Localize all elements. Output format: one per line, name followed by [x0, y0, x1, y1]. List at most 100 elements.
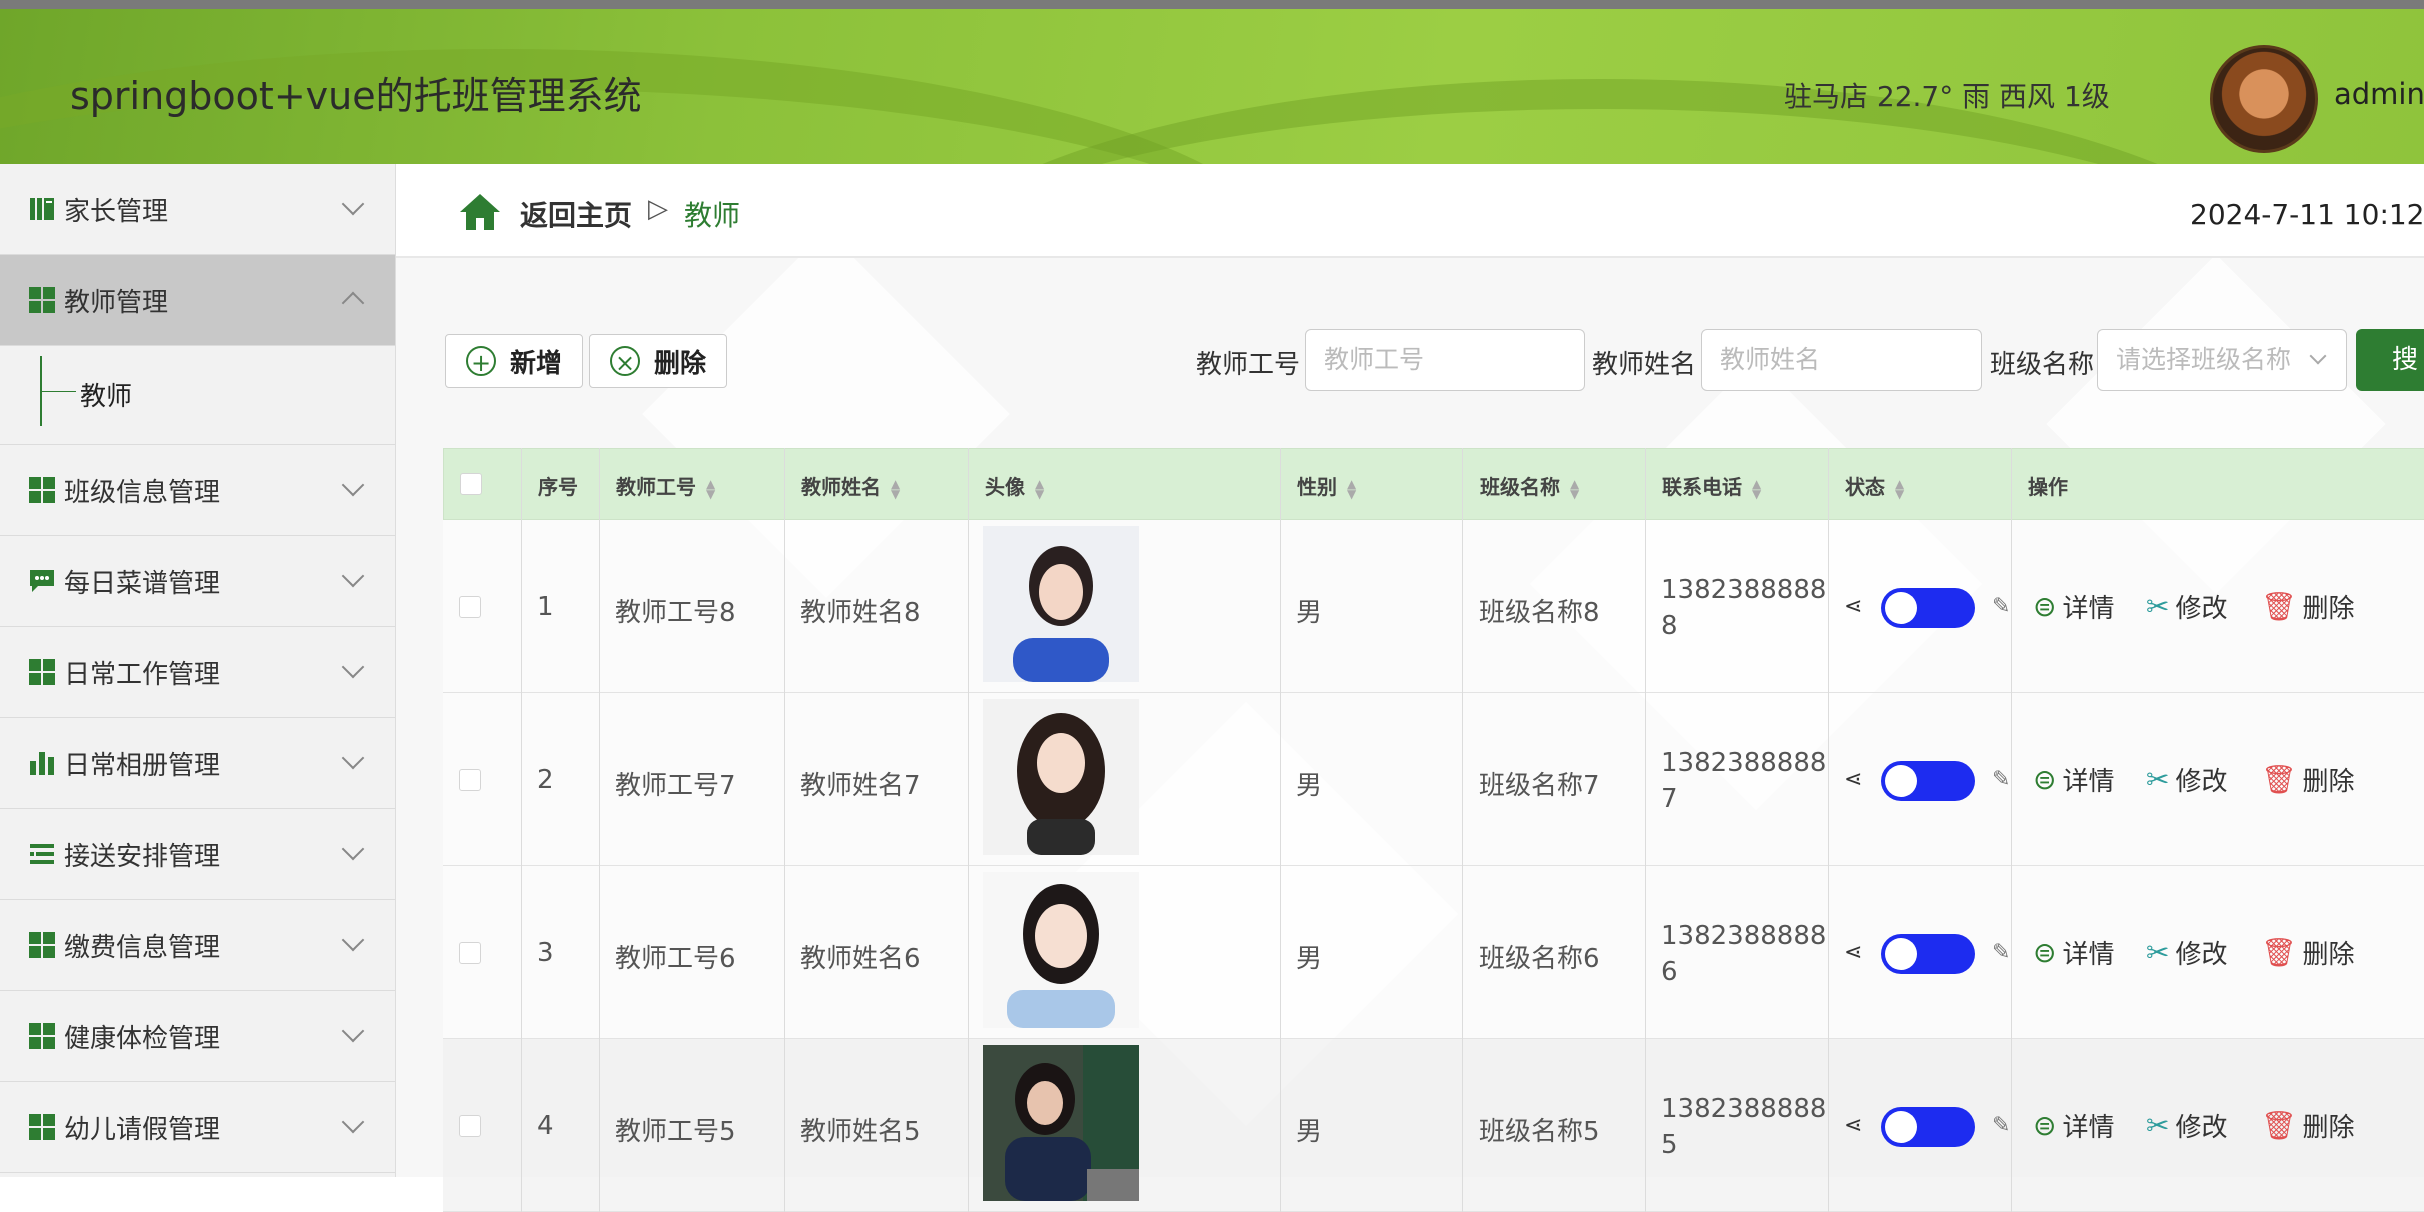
delete-row-button[interactable]: 🗑 删除 [2261, 1107, 2355, 1144]
grid-icon [28, 1113, 56, 1141]
list-icon [28, 840, 56, 868]
breadcrumb-separator: ▷ [648, 194, 668, 224]
sidebar-item-payment[interactable]: 缴费信息管理 [0, 900, 395, 991]
table-row: 2 教师工号7 教师姓名7 男 班级名称7 1382388888 7 ⋖ ✎ ⊜ 详… [443, 693, 2424, 866]
detail-button[interactable]: ⊜ 详情 [2033, 934, 2114, 971]
chevron-down-icon [341, 473, 365, 497]
sidebar-item-label: 每日菜谱管理 [64, 568, 221, 599]
detail-icon: ⊜ [2033, 590, 2057, 623]
class-name-select[interactable]: 请选择班级名称 [2097, 329, 2347, 391]
col-header-gender[interactable]: 性别 ▲ ▼ [1297, 471, 1356, 500]
sidebar-item-daily-album[interactable]: 日常相册管理 [0, 718, 395, 809]
add-button[interactable]: + 新增 [445, 334, 583, 388]
detail-button[interactable]: ⊜ 详情 [2033, 1107, 2114, 1144]
pencil-icon[interactable]: ✎ [1992, 767, 2010, 792]
delete-row-button[interactable]: 🗑 删除 [2261, 761, 2355, 798]
avatar[interactable] [2210, 45, 2318, 153]
sidebar-item-pickup[interactable]: 接送安排管理 [0, 809, 395, 900]
status-toggle[interactable] [1881, 761, 1975, 801]
delete-button[interactable]: × 删除 [589, 334, 727, 388]
status-toggle[interactable] [1881, 934, 1975, 974]
cell-gender: 男 [1296, 598, 1323, 628]
edit-button[interactable]: ✂ 修改 [2146, 588, 2227, 625]
sidebar-item-leave[interactable]: 幼儿请假管理 [0, 1082, 395, 1173]
select-all-checkbox[interactable] [460, 473, 482, 495]
cell-phone: 1382388888 7 [1661, 748, 1827, 814]
delete-row-button[interactable]: 🗑 删除 [2261, 934, 2355, 971]
grid-icon [28, 286, 56, 314]
sort-icon: ▲ ▼ [1895, 476, 1905, 501]
chevron-down-icon [341, 1110, 365, 1134]
sidebar-item-parents[interactable]: 家长管理 [0, 164, 395, 255]
teacher-avatar-image[interactable] [983, 872, 1139, 1028]
detail-button[interactable]: ⊜ 详情 [2033, 761, 2114, 798]
cell-teacher-name: 教师姓名5 [800, 1117, 921, 1147]
cell-index: 4 [537, 1111, 554, 1141]
col-header-avatar[interactable]: 头像 ▲ ▼ [985, 471, 1044, 500]
row-checkbox[interactable] [459, 596, 481, 618]
col-header-phone[interactable]: 联系电话 ▲ ▼ [1662, 471, 1761, 500]
share-icon[interactable]: ⋖ [1844, 594, 1862, 619]
edit-button[interactable]: ✂ 修改 [2146, 761, 2227, 798]
table-row: 4 教师工号5 教师姓名5 男 班级名称5 1382388888 5 ⋖ ✎ ⊜ 详… [443, 1039, 2424, 1212]
share-icon[interactable]: ⋖ [1844, 767, 1862, 792]
chevron-down-icon [341, 192, 365, 216]
col-header-status[interactable]: 状态 ▲ ▼ [1845, 471, 1904, 500]
sort-icon: ▲ ▼ [1347, 476, 1357, 501]
add-button-label: 新增 [510, 348, 563, 379]
teacher-no-input[interactable]: 教师工号 [1305, 329, 1585, 391]
col-header-teacher-name[interactable]: 教师姓名 ▲ ▼ [801, 471, 900, 500]
search-button[interactable]: 搜 [2356, 329, 2424, 391]
pencil-icon[interactable]: ✎ [1992, 1113, 2010, 1138]
teacher-avatar-image[interactable] [983, 699, 1139, 855]
pencil-icon[interactable]: ✎ [1992, 594, 2010, 619]
share-icon[interactable]: ⋖ [1844, 1113, 1862, 1138]
status-toggle[interactable] [1881, 1107, 1975, 1147]
close-circle-icon: × [610, 346, 640, 377]
cell-teacher-no: 教师工号8 [615, 598, 736, 628]
edit-button[interactable]: ✂ 修改 [2146, 934, 2227, 971]
sidebar-item-class-info[interactable]: 班级信息管理 [0, 445, 395, 536]
col-header-teacher-no[interactable]: 教师工号 ▲ ▼ [616, 471, 715, 500]
cell-teacher-no: 教师工号6 [615, 944, 736, 974]
cell-gender: 男 [1296, 944, 1323, 974]
chevron-down-icon [341, 928, 365, 952]
col-header-class[interactable]: 班级名称 ▲ ▼ [1480, 471, 1579, 500]
share-icon[interactable]: ⋖ [1844, 940, 1862, 965]
cell-gender: 男 [1296, 771, 1323, 801]
row-checkbox[interactable] [459, 769, 481, 791]
tools-icon: ✂ [2146, 590, 2170, 623]
edit-button[interactable]: ✂ 修改 [2146, 1107, 2227, 1144]
current-datetime: 2024-7-11 10:12:2 [2190, 198, 2424, 231]
grid-icon [28, 1022, 56, 1050]
row-checkbox[interactable] [459, 1115, 481, 1137]
chat-icon [28, 567, 56, 595]
home-icon[interactable] [458, 192, 502, 232]
pencil-icon[interactable]: ✎ [1992, 940, 2010, 965]
sidebar-item-label: 教师管理 [64, 287, 169, 318]
user-name[interactable]: admin [2334, 77, 2424, 111]
delete-row-button[interactable]: 🗑 删除 [2261, 588, 2355, 625]
row-checkbox[interactable] [459, 942, 481, 964]
tools-icon: ✂ [2146, 936, 2170, 969]
sidebar-item-health[interactable]: 健康体检管理 [0, 991, 395, 1082]
teacher-avatar-image[interactable] [983, 526, 1139, 682]
cell-class: 班级名称5 [1479, 1117, 1600, 1147]
breadcrumb-home-link[interactable]: 返回主页 [520, 194, 632, 234]
sidebar-item-teachers[interactable]: 教师管理 [0, 255, 395, 346]
detail-icon: ⊜ [2033, 936, 2057, 969]
detail-button[interactable]: ⊜ 详情 [2033, 588, 2114, 625]
chevron-down-icon [341, 837, 365, 861]
sidebar-subitem-teacher[interactable]: 教师 [0, 346, 395, 445]
sidebar-item-daily-menu[interactable]: 每日菜谱管理 [0, 536, 395, 627]
bar-chart-icon [28, 749, 56, 777]
teacher-avatar-image[interactable] [983, 1045, 1139, 1201]
sidebar-item-label: 班级信息管理 [64, 477, 221, 508]
sort-icon: ▲ ▼ [706, 476, 716, 501]
app-title: springboot+vue的托班管理系统 [70, 74, 642, 118]
sidebar-item-daily-work[interactable]: 日常工作管理 [0, 627, 395, 718]
chevron-down-icon [341, 564, 365, 588]
status-toggle[interactable] [1881, 588, 1975, 628]
sidebar-item-label: 接送安排管理 [64, 841, 221, 872]
teacher-name-input[interactable]: 教师姓名 [1701, 329, 1982, 391]
